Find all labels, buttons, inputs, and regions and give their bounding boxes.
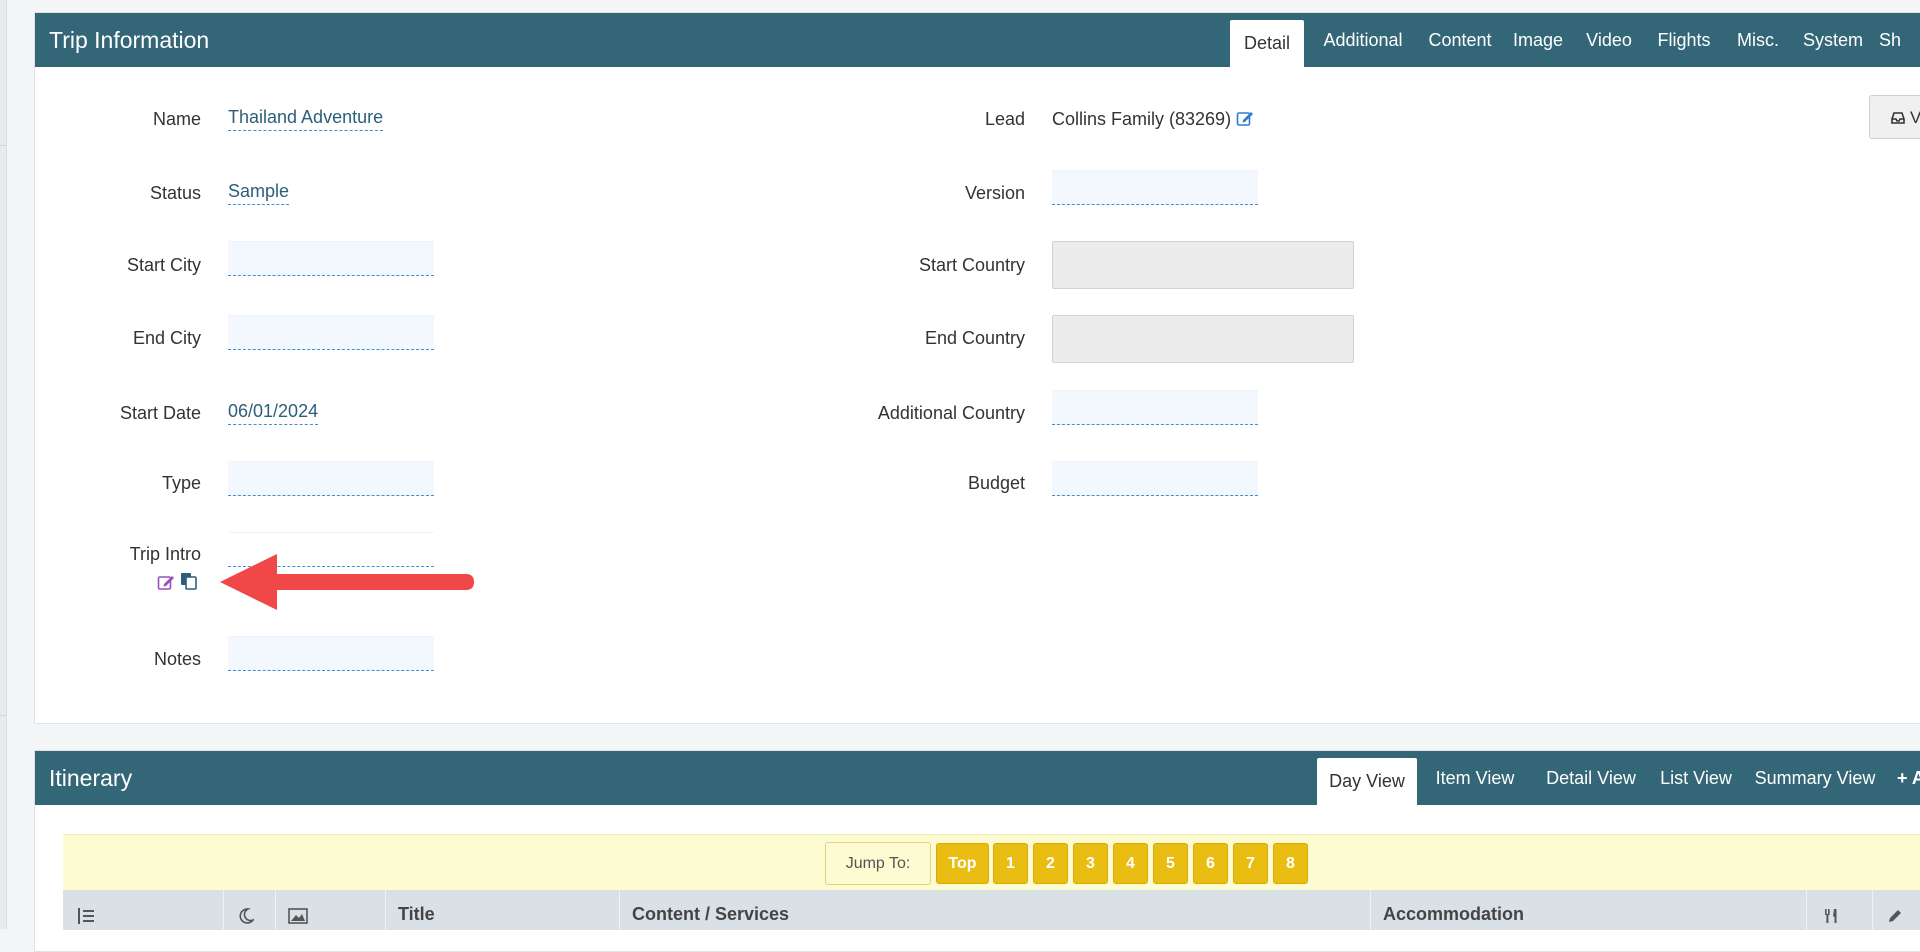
start-city-label: Start City	[126, 255, 201, 275]
lead-value: Collins Family (83269)	[1052, 109, 1232, 129]
start-city-field[interactable]	[228, 241, 434, 276]
pencil-icon	[1889, 910, 1901, 922]
version-label: Version	[964, 183, 1025, 203]
itinerary-table-header: Title Content / Services Accommodation	[63, 890, 1920, 930]
additional-country-label: Additional Country	[877, 403, 1025, 423]
jump-day-4-button[interactable]: 4	[1113, 843, 1148, 884]
jump-top-button[interactable]: Top	[936, 843, 989, 884]
itinerary-tabs: Day View Item View Detail View List View…	[35, 751, 1920, 805]
edge-divider	[0, 715, 6, 716]
trip-information-panel: Trip Information Detail Additional Conte…	[34, 12, 1920, 724]
itinerary-header: Itinerary Day View Item View Detail View…	[35, 751, 1920, 805]
status-field[interactable]: Sample	[228, 180, 290, 205]
tab-item-view[interactable]: Item View	[1425, 751, 1525, 805]
trip-tabs: Detail Additional Content Image Video Fl…	[35, 13, 1920, 67]
notes-label: Notes	[153, 649, 201, 669]
tab-sh[interactable]: Sh	[1879, 13, 1919, 67]
additional-country-field[interactable]	[1052, 390, 1258, 425]
jump-day-6-button[interactable]: 6	[1193, 843, 1228, 884]
tab-add[interactable]: + A	[1897, 751, 1920, 805]
tab-list-view[interactable]: List View	[1651, 751, 1741, 805]
lead-label: Lead	[984, 109, 1025, 129]
jump-day-8-button[interactable]: 8	[1273, 843, 1308, 884]
ordered-list-icon	[78, 908, 94, 924]
notes-field[interactable]	[228, 636, 434, 671]
tab-flights[interactable]: Flights	[1647, 13, 1721, 67]
copy-icon[interactable]	[180, 572, 198, 590]
start-country-select[interactable]	[1052, 241, 1354, 289]
content-services-column: Content / Services	[619, 890, 1370, 930]
reorder-column[interactable]	[63, 890, 223, 930]
tab-additional[interactable]: Additional	[1315, 13, 1411, 67]
start-date-label: Start Date	[119, 403, 201, 423]
end-city-label: End City	[132, 328, 201, 348]
name-label: Name	[152, 109, 201, 129]
version-field[interactable]	[1052, 170, 1258, 205]
image-column	[275, 890, 385, 930]
utensils-icon	[1825, 909, 1837, 923]
jump-day-1-button[interactable]: 1	[993, 843, 1028, 884]
tab-content[interactable]: Content	[1420, 13, 1500, 67]
itinerary-panel: Itinerary Day View Item View Detail View…	[34, 750, 1920, 952]
left-edge-strip	[0, 0, 7, 929]
edit-column[interactable]	[1872, 890, 1920, 930]
title-column: Title	[385, 890, 619, 930]
view-button-label: V	[1910, 108, 1920, 127]
lead-edit-icon[interactable]	[1236, 109, 1254, 127]
tab-detail-view[interactable]: Detail View	[1535, 751, 1647, 805]
inbox-icon	[1891, 112, 1905, 124]
view-button[interactable]: V	[1869, 95, 1920, 139]
tab-detail[interactable]: Detail	[1230, 20, 1304, 67]
meals-column	[1806, 890, 1872, 930]
end-city-field[interactable]	[228, 315, 434, 350]
start-date-field[interactable]: 06/01/2024	[228, 400, 319, 425]
status-label: Status	[149, 183, 201, 203]
jump-day-3-button[interactable]: 3	[1073, 843, 1108, 884]
jump-to-label: Jump To:	[825, 842, 931, 885]
jump-to-bar: Jump To: Top 1 2 3 4 5 6 7 8	[63, 834, 1920, 891]
nights-column	[223, 890, 275, 930]
tab-video[interactable]: Video	[1578, 13, 1640, 67]
end-country-select[interactable]	[1052, 315, 1354, 363]
jump-day-7-button[interactable]: 7	[1233, 843, 1268, 884]
tab-image[interactable]: Image	[1507, 13, 1569, 67]
tab-summary-view[interactable]: Summary View	[1747, 751, 1883, 805]
trip-intro-label: Trip Intro	[129, 544, 201, 564]
name-field[interactable]: Thailand Adventure	[228, 106, 384, 131]
edit-icon[interactable]	[157, 573, 175, 591]
moon-icon	[239, 908, 254, 924]
red-arrow-annotation	[220, 554, 474, 610]
jump-day-2-button[interactable]: 2	[1033, 843, 1068, 884]
budget-label: Budget	[967, 473, 1025, 493]
tab-misc[interactable]: Misc.	[1729, 13, 1787, 67]
accommodation-column: Accommodation	[1370, 890, 1806, 930]
tab-system[interactable]: System	[1796, 13, 1870, 67]
start-country-label: Start Country	[918, 255, 1025, 275]
end-country-label: End Country	[924, 328, 1025, 348]
budget-field[interactable]	[1052, 461, 1258, 496]
edge-divider	[0, 145, 6, 146]
trip-information-header: Trip Information Detail Additional Conte…	[35, 13, 1920, 67]
jump-day-5-button[interactable]: 5	[1153, 843, 1188, 884]
type-field[interactable]	[228, 461, 434, 496]
tab-day-view[interactable]: Day View	[1317, 758, 1417, 805]
image-icon	[288, 908, 308, 924]
type-label: Type	[161, 473, 201, 493]
